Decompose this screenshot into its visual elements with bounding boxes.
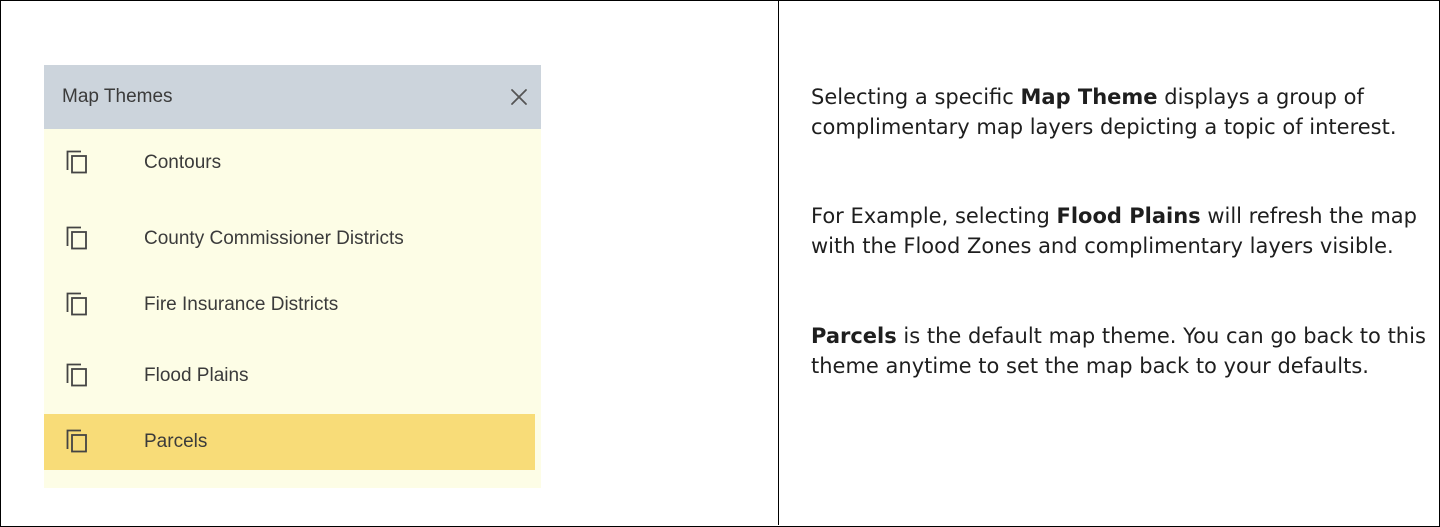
theme-item-parcels[interactable]: Parcels [44,414,535,470]
bold-text: Map Theme [1020,85,1158,109]
copy-layers-icon [66,292,87,316]
theme-label: County Commissioner Districts [144,228,404,249]
theme-label: Flood Plains [144,365,249,386]
description-parcels-default: Parcels is the default map theme. You ca… [811,321,1431,381]
description-map-theme: Selecting a specific Map Theme displays … [811,82,1431,142]
text: For Example, selecting [811,204,1057,228]
column-divider [778,0,779,525]
text: Selecting a specific [811,85,1021,109]
panel-title: Map Themes [62,86,173,107]
copy-layers-icon [66,363,87,387]
theme-label: Contours [144,152,222,173]
theme-item-flood-plains[interactable]: Flood Plains [44,348,535,404]
copy-layers-icon [66,150,87,174]
map-themes-panel: Map Themes Contours County Commissioner … [44,65,541,488]
theme-label: Fire Insurance Districts [144,294,339,315]
copy-layers-icon [66,429,87,453]
bold-text: Parcels [811,324,897,348]
copy-layers-icon [66,226,87,250]
bold-text: Flood Plains [1056,204,1201,228]
theme-item-fire-insurance-districts[interactable]: Fire Insurance Districts [44,277,535,333]
panel-header: Map Themes [44,65,541,129]
close-icon[interactable] [507,85,531,109]
text: is the default map theme. You can go bac… [811,324,1426,378]
theme-item-county-commissioner-districts[interactable]: County Commissioner Districts [44,211,535,267]
theme-item-contours[interactable]: Contours [44,135,535,191]
theme-label: Parcels [144,431,208,452]
description-flood-plains-example: For Example, selecting Flood Plains will… [811,201,1431,261]
